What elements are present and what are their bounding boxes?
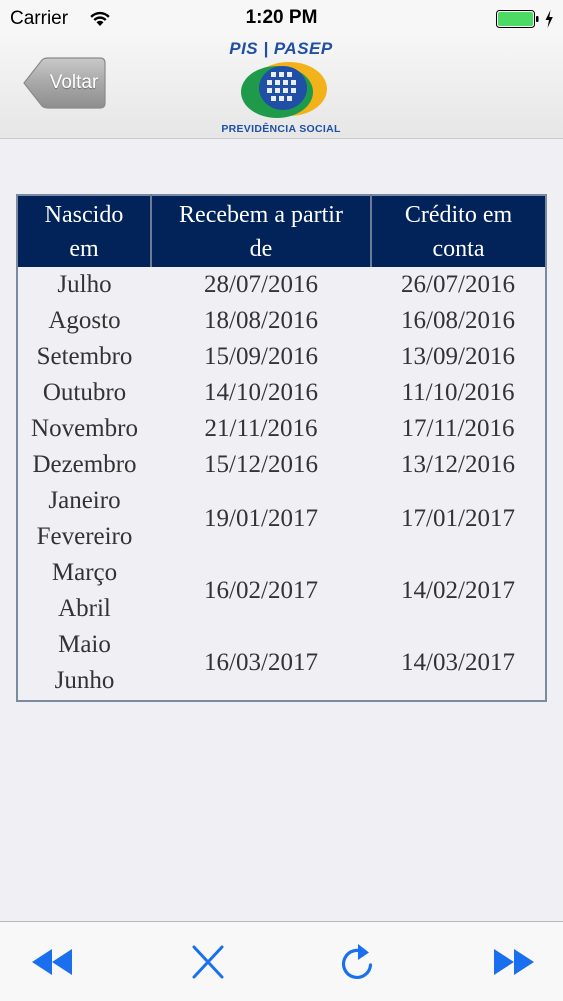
stop-button[interactable]: [184, 940, 232, 984]
reload-button[interactable]: [333, 940, 381, 984]
rewind-button[interactable]: [29, 940, 77, 984]
table-row: Outubro 14/10/2016 11/10/2016: [17, 375, 546, 411]
cell-recebem-date: 28/07/2016: [204, 271, 318, 298]
battery-icon: [496, 10, 539, 28]
month-label: Agosto: [48, 307, 121, 334]
logo-emblem-icon: [241, 62, 327, 118]
header-line: Crédito em: [404, 202, 513, 228]
cell-birth-month: Julho: [17, 267, 151, 303]
close-icon: [192, 945, 224, 979]
cell-birth-month: Dezembro: [17, 447, 151, 483]
table-header-row: Nascido em Recebem a partir de Crédito e…: [17, 195, 546, 267]
cell-recebem-date: 16/03/2017: [204, 649, 318, 676]
cell-birth-month: Novembro: [17, 411, 151, 447]
charging-bolt-icon: [545, 10, 553, 28]
pis-pasep-logo: PIS | PASEP PREVIDÊNCIA SOCIAL: [205, 38, 357, 138]
cell-credito-date: 14/02/2017: [401, 577, 515, 604]
table-row: Agosto 18/08/2016 16/08/2016: [17, 303, 546, 339]
reload-icon: [341, 944, 373, 979]
cell-recebem-date: 15/12/2016: [204, 451, 318, 478]
table-row: Maio Junho 16/03/2017 14/03/2017: [17, 627, 546, 701]
month-label: Setembro: [36, 343, 133, 370]
month-label: Julho: [57, 271, 112, 298]
month-label: Abril: [58, 595, 111, 622]
status-bar: Carrier 1:20 PM: [0, 0, 563, 38]
header-recebem: Recebem a partir de: [151, 195, 372, 267]
cell-credito-date: 11/10/2016: [401, 379, 515, 406]
month-label: Março: [51, 559, 118, 586]
cell-credito-date: 26/07/2016: [401, 271, 515, 298]
logo-title: PIS | PASEP: [229, 39, 333, 58]
payment-schedule-table: Nascido em Recebem a partir de Crédito e…: [16, 194, 547, 702]
rewind-icon: [32, 949, 72, 975]
logo-subtitle: PREVIDÊNCIA SOCIAL: [221, 123, 341, 135]
table-row: Março Abril 16/02/2017 14/02/2017: [17, 555, 546, 627]
fast-forward-button[interactable]: [489, 940, 537, 984]
cell-birth-month: Março Abril: [17, 555, 151, 627]
month-label: Junho: [54, 667, 115, 694]
fast-forward-icon: [494, 949, 534, 975]
table-row: Setembro 15/09/2016 13/09/2016: [17, 339, 546, 375]
cell-credito-date: 13/12/2016: [401, 451, 515, 478]
header-credito: Crédito em conta: [371, 195, 546, 267]
table-row: Julho 28/07/2016 26/07/2016: [17, 267, 546, 303]
nav-header: Voltar PIS | PASEP PREVIDÊNCIA SOCIAL: [0, 38, 563, 139]
cell-birth-month: Outubro: [17, 375, 151, 411]
table-row: Novembro 21/11/2016 17/11/2016: [17, 411, 546, 447]
month-label: Maio: [58, 631, 111, 658]
cell-recebem-date: 14/10/2016: [204, 379, 318, 406]
header-line: conta: [432, 236, 485, 262]
cell-birth-month: Agosto: [17, 303, 151, 339]
back-button[interactable]: Voltar: [22, 57, 106, 109]
header-nascido-em: Nascido em: [17, 195, 152, 267]
cell-credito-date: 17/11/2016: [401, 415, 515, 442]
back-button-label: Voltar: [49, 72, 99, 93]
month-label: Outubro: [42, 379, 127, 406]
cell-recebem-date: 21/11/2016: [204, 415, 318, 442]
header-line: Recebem a partir: [179, 202, 343, 228]
cell-credito-date: 16/08/2016: [401, 307, 515, 334]
cell-birth-month: Janeiro Fevereiro: [17, 483, 151, 555]
month-label: Dezembro: [32, 451, 137, 478]
month-label: Janeiro: [48, 487, 121, 514]
content-area: Nascido em Recebem a partir de Crédito e…: [0, 139, 563, 921]
header-line: Nascido: [44, 202, 124, 228]
bottom-toolbar: [0, 921, 563, 1001]
cell-recebem-date: 16/02/2017: [204, 577, 318, 604]
table-row: Dezembro 15/12/2016 13/12/2016: [17, 447, 546, 483]
header-line: de: [249, 236, 273, 262]
cell-birth-month: Maio Junho: [17, 627, 151, 701]
cell-recebem-date: 15/09/2016: [204, 343, 318, 370]
month-label: Fevereiro: [36, 523, 133, 550]
table-row: Janeiro Fevereiro 19/01/2017 17/01/2017: [17, 483, 546, 555]
cell-recebem-date: 18/08/2016: [204, 307, 318, 334]
header-line: em: [69, 236, 99, 262]
cell-credito-date: 13/09/2016: [401, 343, 515, 370]
month-label: Novembro: [31, 415, 138, 442]
cell-recebem-date: 19/01/2017: [204, 505, 318, 532]
cell-credito-date: 17/01/2017: [401, 505, 515, 532]
cell-birth-month: Setembro: [17, 339, 151, 375]
cell-credito-date: 14/03/2017: [401, 649, 515, 676]
status-time: 1:20 PM: [245, 7, 318, 28]
